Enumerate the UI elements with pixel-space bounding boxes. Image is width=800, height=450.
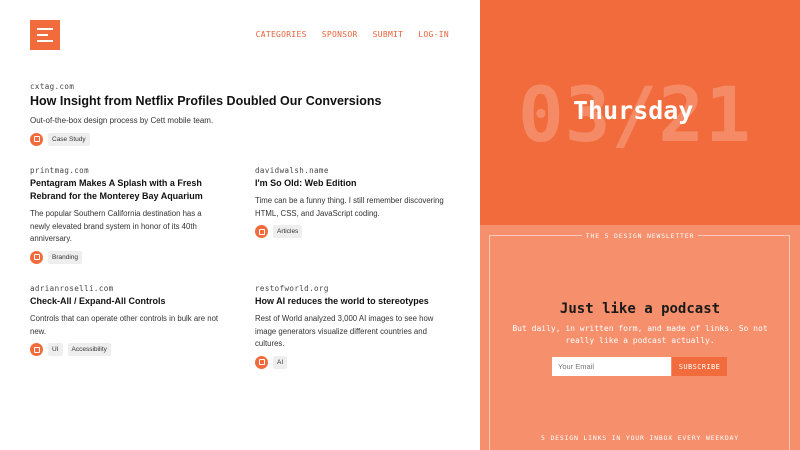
article-card: printmag.com Pentagram Makes A Splash wi… xyxy=(30,166,215,264)
newsletter-footer: 5 DESIGN LINKS IN YOUR INBOX EVERY WEEKD… xyxy=(480,434,800,442)
article-tags: AI xyxy=(255,355,450,369)
article-description: The popular Southern California destinat… xyxy=(30,209,202,243)
article-title[interactable]: How Insight from Netflix Profiles Double… xyxy=(30,94,450,108)
article-description: Controls that can operate other controls… xyxy=(30,314,219,336)
newsletter-title: Just like a podcast xyxy=(559,301,721,317)
article-description: Rest of World analyzed 3,000 AI images t… xyxy=(255,314,434,348)
nav-log-in[interactable]: LOG-IN xyxy=(418,30,449,39)
nav-categories[interactable]: CATEGORIES xyxy=(256,30,307,39)
date-hero: 03/21 Thursday xyxy=(480,0,800,225)
article-source[interactable]: adrianroselli.com xyxy=(30,284,225,293)
article-card: restofworld.org How AI reduces the world… xyxy=(255,284,450,369)
site-logo[interactable] xyxy=(30,20,60,50)
category-icon xyxy=(255,225,268,238)
article-tags: Case Study xyxy=(30,132,450,146)
tag-accessibility[interactable]: Accessibility xyxy=(67,343,111,356)
content-column: CATEGORIES SPONSOR SUBMIT LOG-IN cxtag.c… xyxy=(0,0,480,450)
newsletter-label: THE 5 DESIGN NEWSLETTER xyxy=(480,232,800,240)
tag-ai[interactable]: AI xyxy=(273,355,288,369)
featured-article: cxtag.com How Insight from Netflix Profi… xyxy=(30,82,450,146)
newsletter-description: But daily, in written form, and made of … xyxy=(512,324,768,345)
tag-articles[interactable]: Articles xyxy=(273,225,303,238)
article-title[interactable]: Pentagram Makes A Splash with a Fresh Re… xyxy=(30,177,215,203)
category-icon xyxy=(30,250,43,264)
tag-ui[interactable]: UI xyxy=(48,343,63,356)
list-lines-icon xyxy=(37,28,53,30)
article-title[interactable]: I'm So Old: Web Edition xyxy=(255,177,450,190)
nav-sponsor[interactable]: SPONSOR xyxy=(322,30,358,39)
article-description: Out-of-the-box design process by Cett mo… xyxy=(30,116,214,125)
article-title[interactable]: How AI reduces the world to stereotypes xyxy=(255,295,450,308)
tag-branding[interactable]: Branding xyxy=(48,250,83,264)
email-field[interactable] xyxy=(552,357,671,376)
newsletter-panel: THE 5 DESIGN NEWSLETTER Just like a podc… xyxy=(480,225,800,450)
top-nav: CATEGORIES SPONSOR SUBMIT LOG-IN xyxy=(256,30,449,39)
article-source[interactable]: davidwalsh.name xyxy=(255,166,450,175)
article-card: adrianroselli.com Check-All / Expand-All… xyxy=(30,284,225,356)
article-tags: UI Accessibility xyxy=(30,343,225,356)
article-card: davidwalsh.name I'm So Old: Web Edition … xyxy=(255,166,450,238)
article-description: Time can be a funny thing. I still remem… xyxy=(255,196,444,218)
category-icon xyxy=(255,355,268,369)
nav-submit[interactable]: SUBMIT xyxy=(373,30,404,39)
subscribe-button[interactable]: SUBSCRIBE xyxy=(672,357,727,376)
category-icon xyxy=(30,343,43,356)
category-icon xyxy=(30,132,43,146)
article-source[interactable]: printmag.com xyxy=(30,166,215,175)
article-source[interactable]: cxtag.com xyxy=(30,82,450,91)
article-tags: Articles xyxy=(255,225,450,238)
article-source[interactable]: restofworld.org xyxy=(255,284,450,293)
tag-case-study[interactable]: Case Study xyxy=(48,132,90,146)
article-tags: Branding xyxy=(30,250,215,264)
article-title[interactable]: Check-All / Expand-All Controls xyxy=(30,295,225,308)
weekday-label: Thursday xyxy=(573,96,694,125)
